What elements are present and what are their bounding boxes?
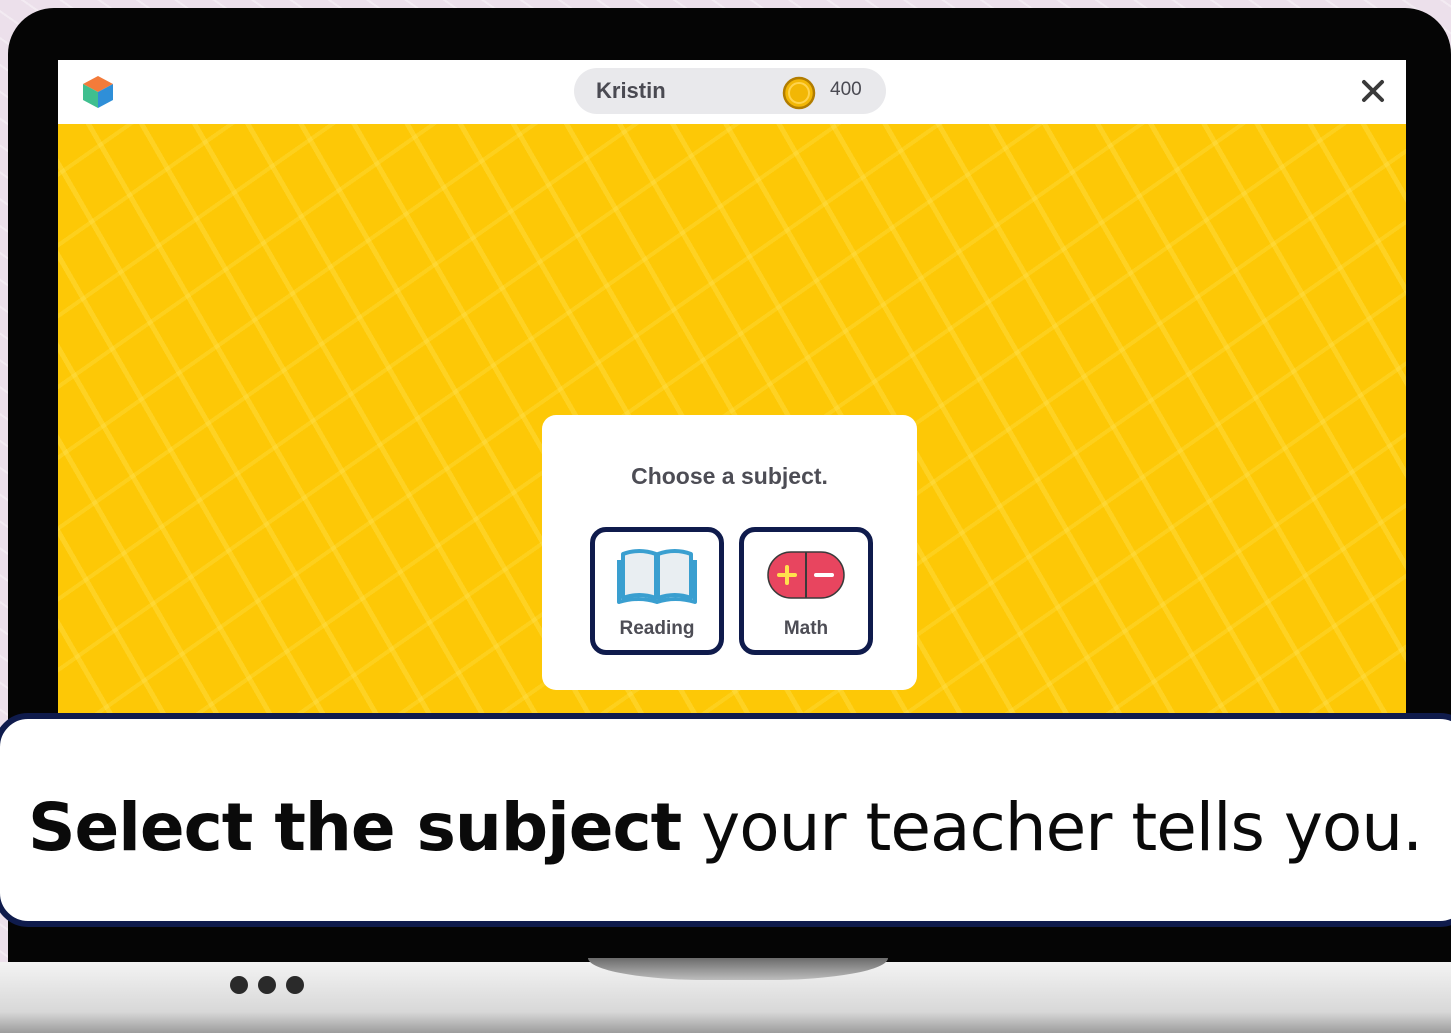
- top-bar: Kristin 400: [58, 60, 1406, 124]
- math-button[interactable]: Math: [739, 527, 873, 655]
- caption-bold: Select the subject: [28, 789, 682, 866]
- dot: [258, 976, 276, 994]
- reading-button[interactable]: Reading: [590, 527, 724, 655]
- user-info-pill: Kristin 400: [574, 68, 886, 114]
- caption-rest: your teacher tells you.: [681, 789, 1423, 866]
- dialog-title: Choose a subject.: [631, 463, 828, 489]
- plus-minus-icon: [767, 551, 845, 599]
- math-label: Math: [783, 618, 829, 639]
- content-area: Choose a subject. Reading Math: [58, 124, 1406, 720]
- coin-count: 400: [830, 79, 862, 100]
- caption-text: Select the subject your teacher tells yo…: [28, 789, 1423, 866]
- coin-icon: [782, 76, 816, 110]
- cube-logo-icon: [83, 76, 113, 108]
- subject-dialog: Choose a subject. Reading Math: [542, 415, 917, 690]
- dot: [286, 976, 304, 994]
- reading-label: Reading: [619, 618, 695, 639]
- user-name: Kristin: [596, 78, 666, 103]
- open-book-icon: [617, 549, 697, 604]
- dot: [230, 976, 248, 994]
- instruction-caption: Select the subject your teacher tells yo…: [0, 713, 1451, 927]
- app-screen: Kristin 400 Choose a subject. Reading Ma…: [58, 60, 1406, 720]
- dots-icon: [230, 976, 310, 996]
- close-icon[interactable]: [1356, 74, 1390, 108]
